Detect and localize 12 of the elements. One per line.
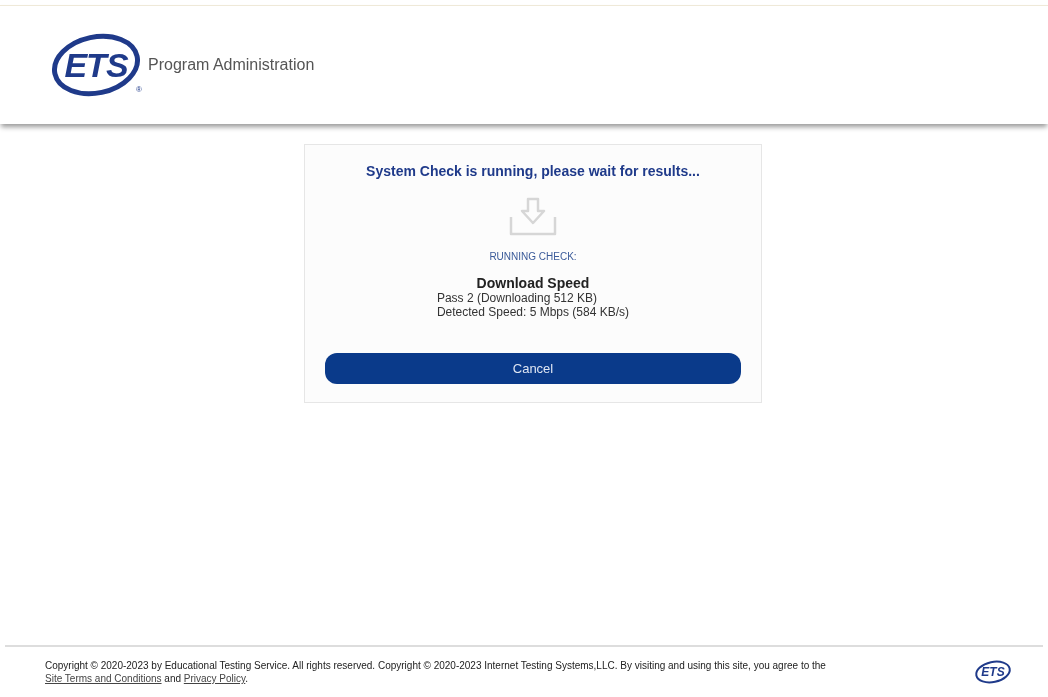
check-detail: Pass 2 (Downloading 512 KB) — [436, 291, 599, 305]
status-label: RUNNING CHECK: — [489, 251, 577, 262]
footer-link[interactable]: Site Terms and Conditions — [45, 673, 162, 684]
app-title: Program Administration — [148, 56, 315, 74]
ets-logo: ETS ® — [50, 32, 142, 98]
check-detail: Detected Speed: 5 Mbps (584 KB/s) — [436, 305, 630, 319]
download-icon — [509, 197, 557, 237]
check-name: Download Speed — [476, 275, 590, 291]
copyright-text: Copyright © 2020-2023 by Educational Testing Service. All rights reserved. Copyright © 2020-2023 Internet Testing Systems,LLC. By visiting and using this site, you agree to the Site Terms and Conditions and Privacy Policy. — [45, 659, 827, 685]
cancel-button[interactable]: Cancel — [325, 353, 741, 384]
dialog-heading: System Check is running, please wait for results... — [366, 163, 700, 179]
ets-logo: ETS — [973, 659, 1013, 685]
